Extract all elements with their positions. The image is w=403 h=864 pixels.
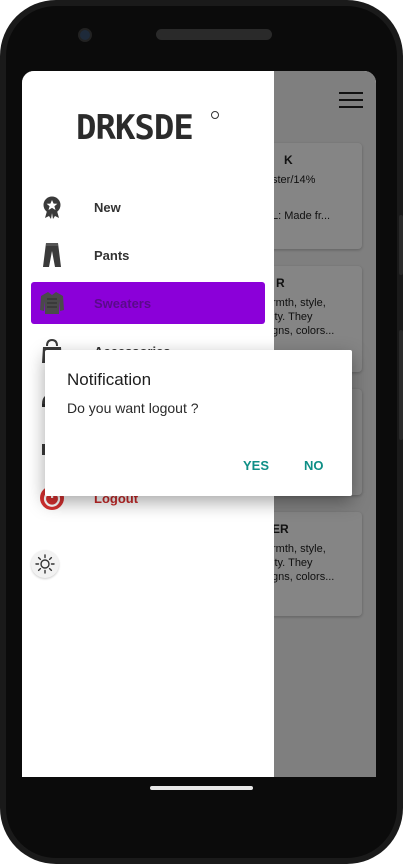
phone-frame: K ster/14% L: Made fr... R rmth, style, …: [0, 0, 403, 864]
front-camera: [78, 28, 92, 42]
power-button: [399, 330, 403, 440]
no-button[interactable]: NO: [304, 458, 324, 473]
home-indicator[interactable]: [150, 786, 253, 790]
screen: K ster/14% L: Made fr... R rmth, style, …: [22, 71, 376, 777]
yes-button[interactable]: YES: [243, 458, 269, 473]
logout-confirm-dialog: Notification Do you want logout ? YES NO: [45, 350, 352, 496]
dialog-title: Notification: [67, 370, 152, 389]
earpiece-speaker: [156, 29, 272, 40]
volume-button: [399, 215, 403, 275]
dialog-message: Do you want logout ?: [67, 400, 199, 416]
